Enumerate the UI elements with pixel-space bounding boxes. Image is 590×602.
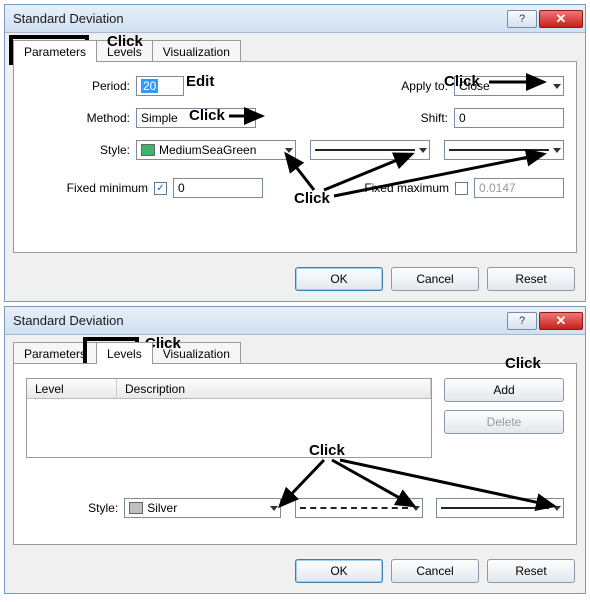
shift-input[interactable]: 0 [454, 108, 564, 128]
parameters-panel: Period: 20 Apply to: Close Method: Simpl… [13, 61, 577, 253]
chevron-down-icon [270, 506, 278, 511]
style-color-combo[interactable]: Silver [124, 498, 281, 518]
fixed-min-input[interactable]: 0 [173, 178, 263, 198]
style-line-combo[interactable] [310, 140, 430, 160]
fixed-max-checkbox[interactable] [455, 182, 468, 195]
tab-visualization[interactable]: Visualization [152, 40, 241, 62]
fixed-max-label: Fixed maximum [355, 181, 455, 195]
chevron-down-icon [419, 148, 427, 153]
col-description[interactable]: Description [117, 379, 431, 398]
style-label: Style: [26, 501, 124, 515]
close-button[interactable]: ✕ [539, 10, 583, 28]
cancel-button[interactable]: Cancel [391, 559, 479, 583]
chevron-down-icon [412, 506, 420, 511]
chevron-down-icon [245, 116, 253, 121]
help-button[interactable]: ? [507, 10, 537, 28]
add-button[interactable]: Add [444, 378, 564, 402]
tab-levels[interactable]: Levels [96, 40, 153, 62]
list-body[interactable] [27, 399, 431, 457]
window-title: Standard Deviation [13, 313, 505, 328]
delete-button[interactable]: Delete [444, 410, 564, 434]
titlebar: Standard Deviation ? ✕ [5, 5, 585, 33]
ok-button[interactable]: OK [295, 559, 383, 583]
help-button[interactable]: ? [507, 312, 537, 330]
line-sample-icon [441, 507, 549, 509]
chevron-down-icon [553, 506, 561, 511]
line-sample-icon [449, 149, 549, 151]
tab-levels[interactable]: Levels [96, 342, 153, 364]
tabs: Parameters Levels Visualization [5, 33, 585, 61]
method-combo[interactable]: Simple [136, 108, 256, 128]
style-width-combo[interactable] [436, 498, 564, 518]
chevron-down-icon [553, 148, 561, 153]
apply-to-combo[interactable]: Close [454, 76, 564, 96]
fixed-max-input[interactable]: 0.0147 [474, 178, 564, 198]
levels-list[interactable]: Level Description [26, 378, 432, 458]
apply-to-label: Apply to: [384, 79, 454, 93]
close-button[interactable]: ✕ [539, 312, 583, 330]
titlebar: Standard Deviation ? ✕ [5, 307, 585, 335]
tab-visualization[interactable]: Visualization [152, 342, 241, 364]
color-swatch-icon [141, 144, 155, 156]
line-dashed-icon [300, 507, 408, 509]
reset-button[interactable]: Reset [487, 559, 575, 583]
button-bar: OK Cancel Reset [5, 261, 585, 301]
col-level[interactable]: Level [27, 379, 117, 398]
list-side-buttons: Add Delete [444, 378, 564, 458]
style-line-combo[interactable] [295, 498, 423, 518]
dialog-parameters: Standard Deviation ? ✕ Parameters Levels… [4, 4, 586, 302]
shift-label: Shift: [384, 111, 454, 125]
tab-parameters[interactable]: Parameters [13, 342, 97, 364]
reset-button[interactable]: Reset [487, 267, 575, 291]
dialog-levels: Standard Deviation ? ✕ Parameters Levels… [4, 306, 586, 594]
list-header: Level Description [27, 379, 431, 399]
tabs: Parameters Levels Visualization [5, 335, 585, 363]
line-sample-icon [315, 149, 415, 151]
period-input[interactable]: 20 [136, 76, 184, 96]
style-color-combo[interactable]: MediumSeaGreen [136, 140, 296, 160]
method-label: Method: [26, 111, 136, 125]
fixed-min-label: Fixed minimum [26, 181, 154, 195]
ok-button[interactable]: OK [295, 267, 383, 291]
fixed-min-checkbox[interactable]: ✓ [154, 182, 167, 195]
chevron-down-icon [285, 148, 293, 153]
period-label: Period: [26, 79, 136, 93]
tab-parameters[interactable]: Parameters [13, 40, 97, 62]
style-width-combo[interactable] [444, 140, 564, 160]
chevron-down-icon [553, 84, 561, 89]
levels-panel: Level Description Add Delete Style: Silv… [13, 363, 577, 545]
window-title: Standard Deviation [13, 11, 505, 26]
style-label: Style: [26, 143, 136, 157]
button-bar: OK Cancel Reset [5, 553, 585, 593]
color-swatch-icon [129, 502, 143, 514]
cancel-button[interactable]: Cancel [391, 267, 479, 291]
